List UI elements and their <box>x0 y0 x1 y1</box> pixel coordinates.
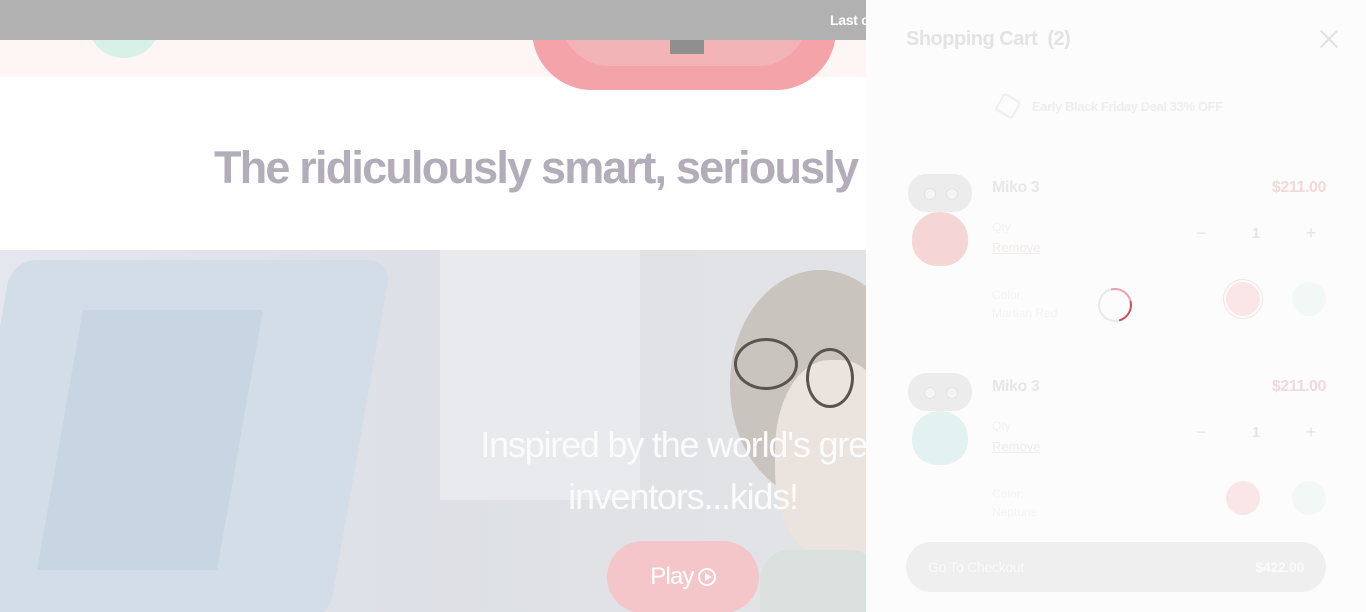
color-info: Color: Neptune <box>992 485 1037 521</box>
video-glasses-left <box>734 338 798 390</box>
decrease-button[interactable]: − <box>1186 223 1216 244</box>
play-button-label: Play <box>650 563 694 590</box>
video-glasses-right <box>806 348 854 408</box>
robot-eye <box>946 188 958 200</box>
product-thumbnail <box>906 174 974 270</box>
shopping-cart-drawer: Shopping Cart (2) Early Black Friday Dea… <box>866 0 1366 612</box>
color-swatch-mint[interactable] <box>1292 481 1326 515</box>
robot-eye <box>924 387 936 399</box>
item-price: $211.00 <box>1271 378 1327 395</box>
hero-tagline: The ridiculously smart, seriously <box>214 142 859 193</box>
qty-label: Qty <box>992 419 1011 433</box>
color-swatch-red[interactable] <box>1226 481 1260 515</box>
robot-body <box>912 411 968 465</box>
checkout-button[interactable]: Go To Checkout $422.00 <box>906 542 1326 592</box>
quantity-stepper: − 1 + <box>1186 417 1326 447</box>
robot-head <box>908 174 972 212</box>
remove-link[interactable]: Remove <box>992 439 1040 454</box>
checkout-total: $422.00 <box>1255 559 1304 575</box>
quantity-stepper: − 1 + <box>1186 218 1326 248</box>
qty-label: Qty <box>992 220 1011 234</box>
color-swatch-red[interactable] <box>1226 282 1260 316</box>
video-child-shirt <box>760 550 880 612</box>
quantity-value: 1 <box>1251 423 1261 441</box>
announcement-text: Last c <box>830 12 869 28</box>
quantity-value: 1 <box>1251 224 1261 242</box>
increase-button[interactable]: + <box>1296 422 1326 443</box>
decrease-button[interactable]: − <box>1186 422 1216 443</box>
cart-title-text: Shopping Cart <box>906 28 1038 50</box>
increase-button[interactable]: + <box>1296 223 1326 244</box>
product-thumbnail <box>906 373 974 469</box>
robot-eye <box>924 188 936 200</box>
color-info: Color: Martian Red <box>992 286 1057 322</box>
robot-eye <box>946 387 958 399</box>
box-icon <box>994 92 1022 120</box>
cart-item: Miko 3 $211.00 Qty Remove − 1 + Color: N… <box>906 369 1326 539</box>
cart-title: Shopping Cart (2) <box>906 28 1071 51</box>
color-label: Color: <box>992 487 1025 501</box>
color-label: Color: <box>992 288 1025 302</box>
close-icon[interactable] <box>1318 28 1340 50</box>
play-circle-icon <box>697 568 716 586</box>
color-value: Neptune <box>992 505 1038 519</box>
deal-text: Early Black Friday Deal 33% OFF <box>1032 98 1223 114</box>
item-name: Miko 3 <box>992 179 1040 196</box>
deal-banner: Early Black Friday Deal 33% OFF <box>994 92 1223 120</box>
item-name: Miko 3 <box>992 378 1040 395</box>
robot-body <box>912 212 968 266</box>
color-value: Martian Red <box>992 306 1058 320</box>
remove-link[interactable]: Remove <box>992 240 1040 255</box>
robot-head <box>908 373 972 411</box>
color-swatch-mint[interactable] <box>1292 282 1326 316</box>
play-button[interactable]: Play <box>607 541 759 612</box>
item-price: $211.00 <box>1271 179 1327 196</box>
cart-item-count: (2) <box>1047 28 1071 50</box>
checkout-label: Go To Checkout <box>928 559 1024 575</box>
